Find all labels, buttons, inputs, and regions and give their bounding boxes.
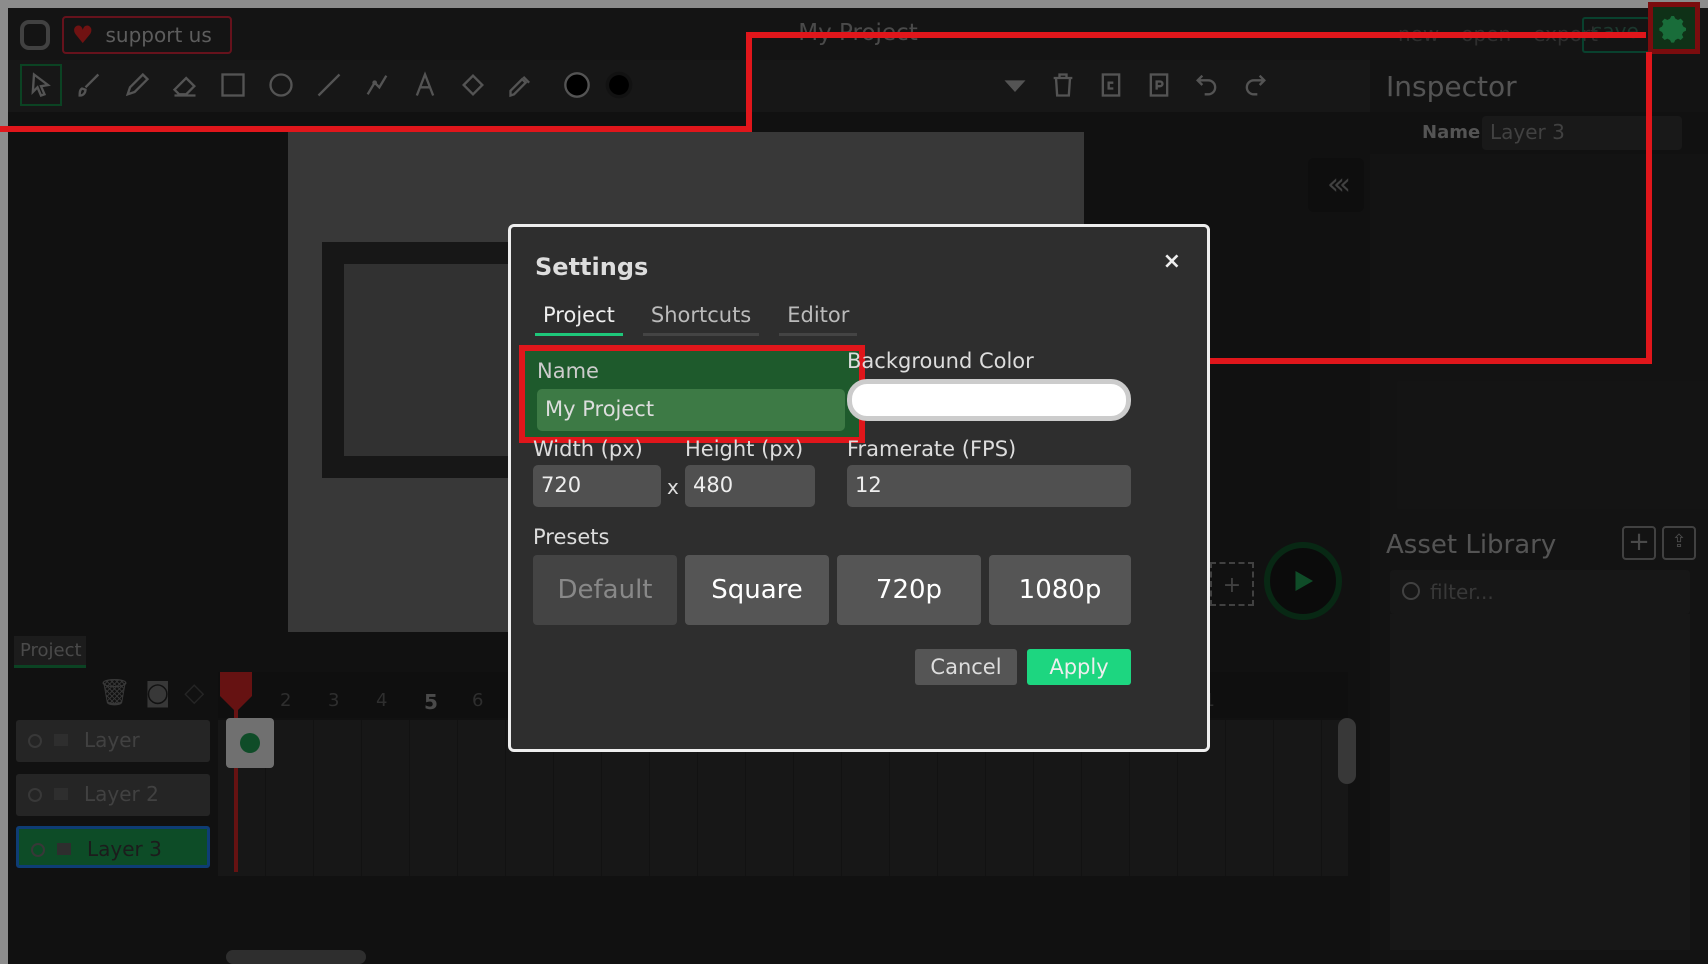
dialog-title: Settings <box>535 253 649 281</box>
annotation-line <box>1646 52 1652 362</box>
name-label: Name <box>537 359 599 383</box>
name-field-highlight: Name My Project <box>519 345 865 443</box>
close-icon[interactable]: × <box>1163 249 1181 274</box>
settings-dialog: Settings × Project Shortcuts Editor Name… <box>508 224 1210 752</box>
framerate-label: Framerate (FPS) <box>847 437 1017 461</box>
tab-editor[interactable]: Editor <box>779 299 858 336</box>
background-color-label: Background Color <box>847 349 1034 373</box>
apply-button[interactable]: Apply <box>1027 649 1131 685</box>
height-label: Height (px) <box>685 437 804 461</box>
cancel-button[interactable]: Cancel <box>915 649 1017 685</box>
width-input[interactable]: 720 <box>533 465 661 507</box>
tab-shortcuts[interactable]: Shortcuts <box>642 299 760 336</box>
settings-tabs: Project Shortcuts Editor <box>535 299 858 336</box>
dimension-separator: x <box>667 475 679 499</box>
framerate-input[interactable]: 12 <box>847 465 1131 507</box>
height-input[interactable]: 480 <box>685 465 815 507</box>
preset-1080p-button[interactable]: 1080p <box>989 555 1131 625</box>
annotation-line <box>0 126 752 132</box>
annotation-line <box>746 32 1646 38</box>
project-name-input[interactable]: My Project <box>537 389 845 431</box>
tab-project[interactable]: Project <box>535 299 623 336</box>
preset-default-button[interactable]: Default <box>533 555 677 625</box>
background-color-picker[interactable] <box>847 379 1131 421</box>
annotation-line <box>746 32 752 132</box>
presets-label: Presets <box>533 525 610 549</box>
preset-720p-button[interactable]: 720p <box>837 555 981 625</box>
preset-square-button[interactable]: Square <box>685 555 829 625</box>
width-label: Width (px) <box>533 437 643 461</box>
